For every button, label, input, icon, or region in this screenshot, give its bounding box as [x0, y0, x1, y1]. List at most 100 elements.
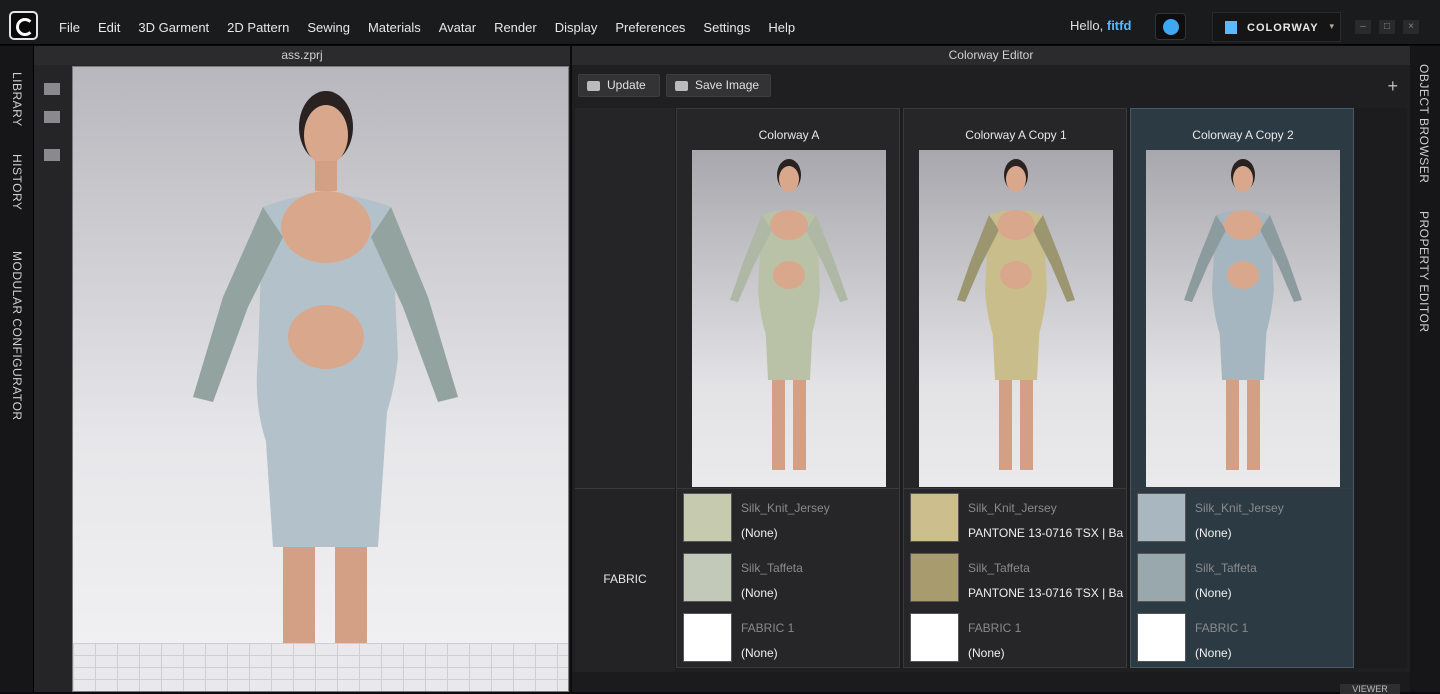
colorway-icon — [1225, 21, 1237, 34]
colorway-avatar-thumbnail — [957, 159, 1075, 470]
update-button[interactable]: Update — [578, 74, 660, 97]
tab-object-browser[interactable]: OBJECT BROWSER — [1417, 64, 1431, 183]
fabric-swatch[interactable] — [1137, 493, 1186, 542]
tab-modular-configurator[interactable]: MODULAR CONFIGURATOR — [10, 251, 24, 421]
grid-floor — [73, 643, 568, 691]
fabric-color-value: PANTONE 13-0716 TSX | Ba — [968, 586, 1124, 600]
fabric-section-label: FABRIC — [575, 488, 675, 673]
colorway-editor-panel: Colorway Editor Update Save Image + FABR… — [572, 46, 1410, 694]
fabric-row[interactable]: Silk_Taffeta (None) — [1131, 549, 1353, 609]
fabric-row[interactable]: Silk_Knit_Jersey (None) — [677, 489, 899, 549]
fabric-name: Silk_Knit_Jersey — [741, 501, 830, 515]
add-colorway-icon[interactable]: + — [1387, 76, 1398, 97]
fabric-color-value: (None) — [741, 526, 778, 540]
fabric-color-value: (None) — [1195, 586, 1232, 600]
colorway-grid: FABRIC Colorway A Silk_Knit_Jersey (None… — [575, 108, 1407, 673]
colorway-mode-button[interactable]: COLORWAY ▾ — [1212, 12, 1341, 42]
colorway-avatar-thumbnail — [1184, 159, 1302, 470]
menu-item-settings[interactable]: Settings — [694, 19, 759, 37]
menu-item-3d-garment[interactable]: 3D Garment — [129, 19, 218, 37]
fabric-name: FABRIC 1 — [968, 621, 1022, 635]
fabric-name: FABRIC 1 — [741, 621, 795, 635]
colorway-preview-image[interactable] — [1146, 150, 1340, 487]
left-sidebar: LIBRARY HISTORY MODULAR CONFIGURATOR — [0, 46, 34, 692]
colorway-name[interactable]: Colorway A Copy 2 — [1131, 128, 1355, 142]
menu-bar: File Edit 3D Garment 2D Pattern Sewing Materi… — [50, 19, 804, 37]
minimize-icon[interactable]: – — [1355, 20, 1371, 34]
fabric-swatch[interactable] — [910, 493, 959, 542]
fabric-name: Silk_Taffeta — [968, 561, 1030, 575]
top-bar: File Edit 3D Garment 2D Pattern Sewing Materi… — [0, 0, 1440, 45]
fabric-row[interactable]: Silk_Taffeta (None) — [677, 549, 899, 609]
fabric-swatch[interactable] — [1137, 553, 1186, 602]
fabric-row[interactable]: Silk_Knit_Jersey PANTONE 13-0716 TSX | B… — [904, 489, 1126, 549]
fabric-rows: Silk_Knit_Jersey PANTONE 13-0716 TSX | B… — [904, 488, 1126, 670]
3d-viewport-panel: ass.zprj — [34, 46, 570, 692]
colorway-label: COLORWAY — [1247, 22, 1319, 34]
fabric-swatch[interactable] — [683, 553, 732, 602]
garment-tools-icons[interactable] — [36, 71, 70, 191]
fabric-swatch[interactable] — [683, 493, 732, 542]
menu-item-2d-pattern[interactable]: 2D Pattern — [218, 19, 298, 37]
app-logo-icon[interactable] — [9, 11, 38, 40]
fabric-row[interactable]: FABRIC 1 (None) — [1131, 609, 1353, 669]
menu-item-avatar[interactable]: Avatar — [430, 19, 485, 37]
tab-property-editor[interactable]: PROPERTY EDITOR — [1417, 211, 1431, 333]
viewport-side-tools — [36, 71, 70, 191]
fabric-color-value: (None) — [741, 646, 778, 660]
menu-item-file[interactable]: File — [50, 19, 89, 37]
colorway-preview-image[interactable] — [692, 150, 886, 487]
menu-item-display[interactable]: Display — [546, 19, 607, 37]
colorway-column[interactable]: Colorway A Copy 2 Silk_Knit_Jersey (None… — [1130, 108, 1354, 668]
maximize-icon[interactable]: □ — [1379, 20, 1395, 34]
fabric-name: Silk_Knit_Jersey — [968, 501, 1057, 515]
fabric-color-value: (None) — [1195, 526, 1232, 540]
camera-icon — [587, 81, 600, 91]
fabric-swatch[interactable] — [683, 613, 732, 662]
colorway-name[interactable]: Colorway A — [677, 128, 901, 142]
fabric-name: Silk_Knit_Jersey — [1195, 501, 1284, 515]
fabric-name: FABRIC 1 — [1195, 621, 1249, 635]
menu-item-materials[interactable]: Materials — [359, 19, 430, 37]
save-image-button[interactable]: Save Image — [666, 74, 771, 97]
bottom-bar: VIEWER — [572, 672, 1410, 694]
fabric-row[interactable]: Silk_Knit_Jersey (None) — [1131, 489, 1353, 549]
fabric-swatch[interactable] — [1137, 613, 1186, 662]
colorway-avatar-thumbnail — [730, 159, 848, 470]
fabric-rows: Silk_Knit_Jersey (None) Silk_Taffeta (No… — [1131, 488, 1353, 670]
fabric-swatch[interactable] — [910, 613, 959, 662]
menu-item-sewing[interactable]: Sewing — [298, 19, 359, 37]
username[interactable]: fitfd — [1107, 18, 1132, 33]
colorway-name[interactable]: Colorway A Copy 1 — [904, 128, 1128, 142]
colorway-column[interactable]: Colorway A Silk_Knit_Jersey (None) Silk_… — [676, 108, 900, 668]
tab-history[interactable]: HISTORY — [10, 154, 24, 210]
fabric-color-value: (None) — [741, 586, 778, 600]
save-icon — [675, 81, 688, 91]
3d-scene[interactable] — [72, 66, 569, 692]
colorway-editor-title: Colorway Editor — [572, 46, 1410, 65]
colorway-column[interactable]: Colorway A Copy 1 Silk_Knit_Jersey PANTO… — [903, 108, 1127, 668]
fabric-row[interactable]: Silk_Taffeta PANTONE 13-0716 TSX | Ba — [904, 549, 1126, 609]
tab-library[interactable]: LIBRARY — [10, 72, 24, 127]
fabric-swatch[interactable] — [910, 553, 959, 602]
fabric-name: Silk_Taffeta — [1195, 561, 1257, 575]
menu-item-render[interactable]: Render — [485, 19, 546, 37]
chevron-down-icon[interactable]: ▾ — [1329, 21, 1334, 32]
greeting: Hello, fitfd — [1070, 18, 1131, 33]
close-icon[interactable]: × — [1403, 20, 1419, 34]
menu-item-help[interactable]: Help — [759, 19, 804, 37]
fabric-row[interactable]: FABRIC 1 (None) — [904, 609, 1126, 669]
fabric-name: Silk_Taffeta — [741, 561, 803, 575]
viewport-title: ass.zprj — [34, 46, 570, 65]
fabric-rows: Silk_Knit_Jersey (None) Silk_Taffeta (No… — [677, 488, 899, 670]
menu-item-preferences[interactable]: Preferences — [606, 19, 694, 37]
save-image-label: Save Image — [695, 78, 760, 92]
menu-item-edit[interactable]: Edit — [89, 19, 129, 37]
colorway-preview-image[interactable] — [919, 150, 1113, 487]
cloud-icon[interactable] — [1155, 13, 1186, 40]
row-label-column: FABRIC — [575, 108, 675, 673]
fabric-row[interactable]: FABRIC 1 (None) — [677, 609, 899, 669]
right-sidebar: OBJECT BROWSER PROPERTY EDITOR — [1410, 46, 1440, 692]
greeting-prefix: Hello, — [1070, 18, 1107, 33]
viewer-tab[interactable]: VIEWER — [1340, 684, 1400, 694]
